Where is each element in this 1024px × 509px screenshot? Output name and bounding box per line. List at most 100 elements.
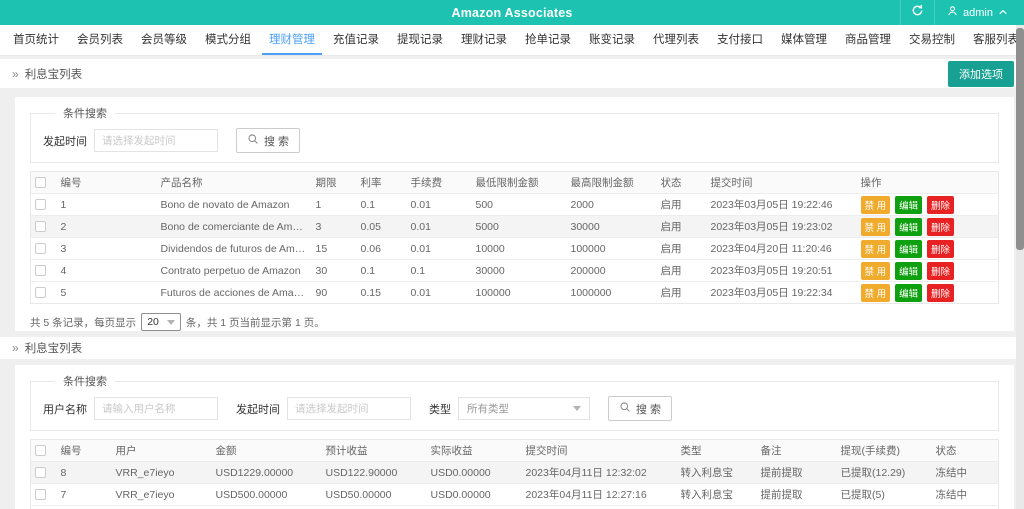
edit-button[interactable]: 编辑 — [895, 261, 923, 280]
delete-button[interactable]: 删除 — [927, 283, 955, 302]
cell-fee: 0.01 — [406, 281, 472, 304]
nav-item[interactable]: 模式分组 — [198, 25, 258, 55]
cell-submit-time: 2023年04月11日 12:32:02 — [521, 461, 677, 484]
delete-button[interactable]: 删除 — [927, 261, 955, 280]
column-header: 预计收益 — [321, 439, 427, 462]
cell-submit-time: 2023年03月05日 19:22:46 — [706, 193, 857, 216]
nav-item[interactable]: 抢单记录 — [518, 25, 578, 55]
cell-fee: 0.1 — [406, 259, 472, 282]
page-size-select[interactable]: 20 — [141, 313, 181, 331]
cell-remark: 提前提取 — [756, 505, 837, 509]
cell-rate: 0.15 — [356, 281, 407, 304]
cell-expected-profit: USD122.90000 — [321, 461, 427, 484]
cell-period: 30 — [311, 259, 357, 282]
nav-item[interactable]: 理财记录 — [454, 25, 514, 55]
delete-button[interactable]: 删除 — [927, 217, 955, 236]
vertical-scrollbar[interactable] — [1016, 25, 1024, 509]
disable-button[interactable]: 禁 用 — [860, 283, 891, 302]
cell-period: 1 — [311, 193, 357, 216]
table-row: 7 VRR_e7ieyo USD500.00000 USD50.00000 US… — [30, 483, 999, 506]
nav-item[interactable]: 理财管理 — [262, 25, 322, 55]
nav-item[interactable]: 充值记录 — [326, 25, 386, 55]
cell-product-name: Futuros de acciones de Amazon — [156, 281, 312, 304]
refresh-icon — [911, 4, 924, 22]
add-option-button[interactable]: 添加选项 — [948, 60, 1014, 87]
start-time-label: 发起时间 — [236, 403, 280, 416]
cell-actual-profit: USD0.00000 — [426, 505, 522, 509]
table-row: 1 Bono de novato de Amazon 1 0.1 0.01 50… — [30, 193, 999, 216]
nav-item[interactable]: 首页统计 — [6, 25, 66, 55]
table-row: 2 Bono de comerciante de Amazon 3 0.05 0… — [30, 215, 999, 238]
select-all-checkbox[interactable] — [35, 445, 46, 457]
nav-item[interactable]: 会员列表 — [70, 25, 130, 55]
delete-button[interactable]: 删除 — [927, 195, 955, 214]
start-time-input[interactable] — [287, 397, 411, 420]
edit-button[interactable]: 编辑 — [895, 283, 923, 302]
column-header: 手续费 — [406, 171, 472, 194]
main-nav: 首页统计 会员列表 会员等级 模式分组 理财管理 充值记录 提现记录 理财记录 … — [0, 25, 1024, 56]
products-table: 编号 产品名称 期限 利率 手续费 最低限制金额 最高限制金额 状态 提交时间 操作 1 Bono… — [30, 171, 999, 304]
search-button[interactable]: 搜 索 — [608, 396, 673, 421]
person-icon — [947, 5, 958, 20]
row-checkbox[interactable] — [35, 489, 46, 501]
cell-amount: USD1229.00000 — [211, 461, 322, 484]
cell-fee: 0.01 — [406, 237, 472, 260]
cell-min-amount: 500 — [471, 193, 567, 216]
cell-user: VRR_e7ieyo — [111, 483, 212, 506]
cell-status: 冻结中 — [931, 505, 999, 509]
row-checkbox[interactable] — [35, 467, 46, 479]
select-all-checkbox[interactable] — [35, 177, 46, 189]
edit-button[interactable]: 编辑 — [895, 217, 923, 236]
start-time-input[interactable] — [94, 129, 218, 152]
row-checkbox[interactable] — [35, 199, 46, 211]
username-input[interactable] — [94, 397, 218, 420]
top-bar: Amazon Associates admin — [0, 0, 1024, 25]
nav-item[interactable]: 交易控制 — [902, 25, 962, 55]
column-header: 操作 — [856, 171, 999, 194]
type-label: 类型 — [429, 403, 451, 416]
cell-max-amount: 30000 — [566, 215, 657, 238]
row-checkbox[interactable] — [35, 265, 46, 277]
scrollbar-thumb[interactable] — [1016, 28, 1024, 250]
cell-id: 7 — [56, 483, 112, 506]
refresh-button[interactable] — [900, 0, 934, 25]
row-checkbox[interactable] — [35, 287, 46, 299]
pagination-prefix: 共 5 条记录，每页显示 — [30, 316, 137, 329]
disable-button[interactable]: 禁 用 — [860, 195, 891, 214]
cell-id: 2 — [56, 215, 157, 238]
nav-item[interactable]: 账变记录 — [582, 25, 642, 55]
edit-button[interactable]: 编辑 — [895, 195, 923, 214]
chevron-down-icon — [166, 319, 175, 325]
username-label: 用户名称 — [43, 403, 87, 416]
disable-button[interactable]: 禁 用 — [860, 261, 891, 280]
nav-item[interactable]: 商品管理 — [838, 25, 898, 55]
cell-rate: 0.1 — [356, 259, 407, 282]
nav-item[interactable]: 支付接口 — [710, 25, 770, 55]
cell-user: VRR_e7ieyo — [111, 505, 212, 509]
section1-title: 利息宝列表 — [24, 68, 83, 81]
cell-amount: USD500.00000 — [211, 483, 322, 506]
column-header: 编号 — [56, 439, 112, 462]
app-title: Amazon Associates — [451, 5, 573, 20]
breadcrumb: » 利息宝列表 — [12, 66, 82, 82]
row-checkbox[interactable] — [35, 243, 46, 255]
type-select[interactable]: 所有类型 — [458, 397, 590, 420]
cell-actual-profit: USD0.00000 — [426, 461, 522, 484]
search-button[interactable]: 搜 索 — [236, 128, 301, 153]
edit-button[interactable]: 编辑 — [895, 239, 923, 258]
nav-item[interactable]: 提现记录 — [390, 25, 450, 55]
table-header-row: 编号 产品名称 期限 利率 手续费 最低限制金额 最高限制金额 状态 提交时间 操作 — [30, 171, 999, 194]
disable-button[interactable]: 禁 用 — [860, 217, 891, 236]
cell-max-amount: 100000 — [566, 237, 657, 260]
cell-max-amount: 1000000 — [566, 281, 657, 304]
nav-item[interactable]: 代理列表 — [646, 25, 706, 55]
disable-button[interactable]: 禁 用 — [860, 239, 891, 258]
column-header: 用户 — [111, 439, 212, 462]
table-row: 3 Dividendos de futuros de Amazon 15 0.0… — [30, 237, 999, 260]
row-checkbox[interactable] — [35, 221, 46, 233]
nav-item[interactable]: 媒体管理 — [774, 25, 834, 55]
delete-button[interactable]: 删除 — [927, 239, 955, 258]
nav-item[interactable]: 会员等级 — [134, 25, 194, 55]
cell-submit-time: 2023年03月05日 19:23:02 — [706, 215, 857, 238]
user-menu[interactable]: admin — [934, 0, 1024, 25]
